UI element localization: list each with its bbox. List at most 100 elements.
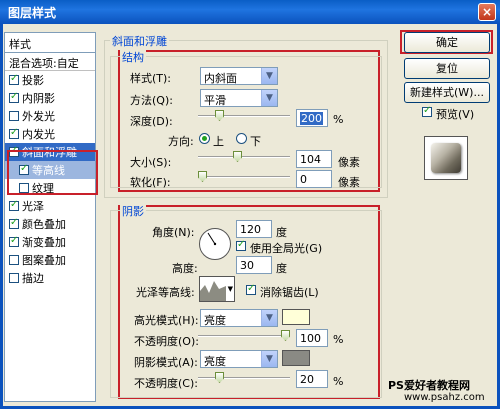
style-item-checkbox[interactable] [9, 127, 19, 139]
style-item-checkbox[interactable] [9, 111, 19, 121]
close-icon[interactable]: × [478, 3, 496, 21]
reset-button[interactable]: 复位 [404, 58, 490, 79]
preview-checkbox[interactable] [422, 105, 432, 117]
style-item-label: 颜色叠加 [22, 218, 66, 231]
style-item[interactable]: 光泽 [5, 197, 95, 215]
soften-slider[interactable] [198, 171, 290, 182]
style-item[interactable]: 内阴影 [5, 89, 95, 107]
soften-slider-thumb[interactable] [198, 171, 207, 182]
style-item-label: 光泽 [22, 200, 44, 213]
style-item[interactable]: 投影 [5, 71, 95, 89]
title-bar: 图层样式 × [0, 0, 500, 24]
chevron-down-icon: ▼ [261, 90, 277, 106]
bevel-preview-swatch [431, 143, 461, 173]
angle-label: 角度(N): [152, 226, 195, 239]
highlight-mode-value: 亮度 [204, 314, 226, 327]
soften-unit: 像素 [338, 176, 360, 189]
shading-title: 阴影 [120, 203, 146, 219]
depth-slider[interactable] [198, 110, 290, 121]
highlight-opacity-slider[interactable] [198, 330, 290, 341]
style-select-value: 内斜面 [204, 72, 237, 85]
style-label: 样式(T): [130, 72, 172, 85]
method-select[interactable]: 平滑 ▼ [200, 89, 278, 107]
size-label: 大小(S): [130, 156, 172, 169]
global-light-checkbox[interactable] [236, 239, 246, 251]
size-slider[interactable] [198, 151, 290, 162]
style-item-checkbox[interactable] [9, 91, 19, 103]
antialias-checkbox[interactable] [246, 283, 256, 295]
angle-dial[interactable] [199, 228, 231, 260]
style-item-label: 描边 [22, 272, 44, 285]
shadow-mode-label: 阴影模式(A): [134, 356, 198, 369]
style-item-checkbox[interactable] [9, 217, 19, 229]
styles-header[interactable]: 样式 [5, 33, 95, 53]
style-item[interactable]: 内发光 [5, 125, 95, 143]
new-style-button[interactable]: 新建样式(W)... [404, 82, 490, 103]
ok-button[interactable]: 确定 [404, 32, 490, 53]
global-light-label: 使用全局光(G) [250, 242, 323, 255]
shadow-opacity-slider[interactable] [198, 372, 290, 383]
direction-up-radio[interactable] [199, 133, 210, 144]
highlight-opacity-thumb[interactable] [281, 330, 290, 341]
style-item-label: 内阴影 [22, 92, 55, 105]
direction-down-radio[interactable] [236, 133, 247, 144]
style-item-checkbox[interactable] [9, 73, 19, 85]
depth-label: 深度(D): [130, 115, 173, 128]
chevron-down-icon: ▼ [227, 285, 233, 293]
highlight-color-swatch[interactable] [282, 309, 310, 325]
method-select-value: 平滑 [204, 94, 226, 107]
direction-label: 方向: [168, 135, 194, 148]
bevel-section-title: 斜面和浮雕 [110, 33, 169, 49]
size-unit: 像素 [338, 156, 360, 169]
gloss-contour-label: 光泽等高线: [136, 286, 195, 299]
style-item[interactable]: 描边 [5, 269, 95, 287]
watermark-line1: PS爱好者教程网 [388, 379, 470, 392]
style-item-checkbox[interactable] [9, 273, 19, 283]
highlight-mode-label: 高光模式(H): [134, 314, 199, 327]
highlight-mode-select[interactable]: 亮度 ▼ [200, 309, 278, 327]
highlight-opacity-unit: % [333, 333, 344, 346]
style-item-label: 图案叠加 [22, 254, 66, 267]
direction-down-label: 下 [250, 135, 261, 148]
shadow-opacity-thumb[interactable] [215, 372, 224, 383]
soften-input[interactable]: 0 [296, 170, 332, 188]
shadow-opacity-input[interactable]: 20 [296, 370, 328, 388]
gloss-contour-picker[interactable]: ▼ [199, 276, 235, 302]
style-item-checkbox[interactable] [9, 199, 19, 211]
highlight-box-left [7, 150, 98, 195]
style-item[interactable]: 外发光 [5, 107, 95, 125]
watermark-line2: www.psahz.com [404, 392, 485, 403]
style-item[interactable]: 渐变叠加 [5, 233, 95, 251]
shadow-mode-select[interactable]: 亮度 ▼ [200, 350, 278, 368]
style-item-label: 内发光 [22, 128, 55, 141]
altitude-input[interactable]: 30 [236, 256, 272, 274]
antialias-label: 消除锯齿(L) [260, 286, 319, 299]
preview-label: 预览(V) [436, 108, 475, 121]
style-item-checkbox[interactable] [9, 255, 19, 265]
altitude-unit: 度 [276, 262, 287, 275]
preview-thumbnail [424, 136, 468, 180]
chevron-down-icon: ▼ [261, 310, 277, 326]
style-item[interactable]: 颜色叠加 [5, 215, 95, 233]
style-item-checkbox[interactable] [9, 235, 19, 247]
contour-curve-icon [200, 281, 226, 301]
angle-input[interactable]: 120 [236, 220, 272, 238]
chevron-down-icon: ▼ [261, 68, 277, 84]
style-select[interactable]: 内斜面 ▼ [200, 67, 278, 85]
styles-list: 样式 混合选项:自定 投影内阴影外发光内发光斜面和浮雕等高线纹理光泽颜色叠加渐变… [4, 32, 96, 402]
highlight-opacity-input[interactable]: 100 [296, 329, 328, 347]
method-label: 方法(Q): [130, 94, 173, 107]
depth-input[interactable]: 200 [296, 109, 328, 127]
altitude-label: 高度: [172, 262, 198, 275]
style-item[interactable]: 图案叠加 [5, 251, 95, 269]
structure-title: 结构 [120, 49, 146, 65]
direction-up-label: 上 [213, 135, 224, 148]
angle-unit: 度 [276, 226, 287, 239]
depth-slider-thumb[interactable] [215, 110, 224, 121]
highlight-opacity-label: 不透明度(O): [134, 335, 199, 348]
blend-options-item[interactable]: 混合选项:自定 [5, 53, 95, 71]
size-input[interactable]: 104 [296, 150, 332, 168]
size-slider-thumb[interactable] [233, 151, 242, 162]
shadow-color-swatch[interactable] [282, 350, 310, 366]
shadow-mode-value: 亮度 [204, 355, 226, 368]
